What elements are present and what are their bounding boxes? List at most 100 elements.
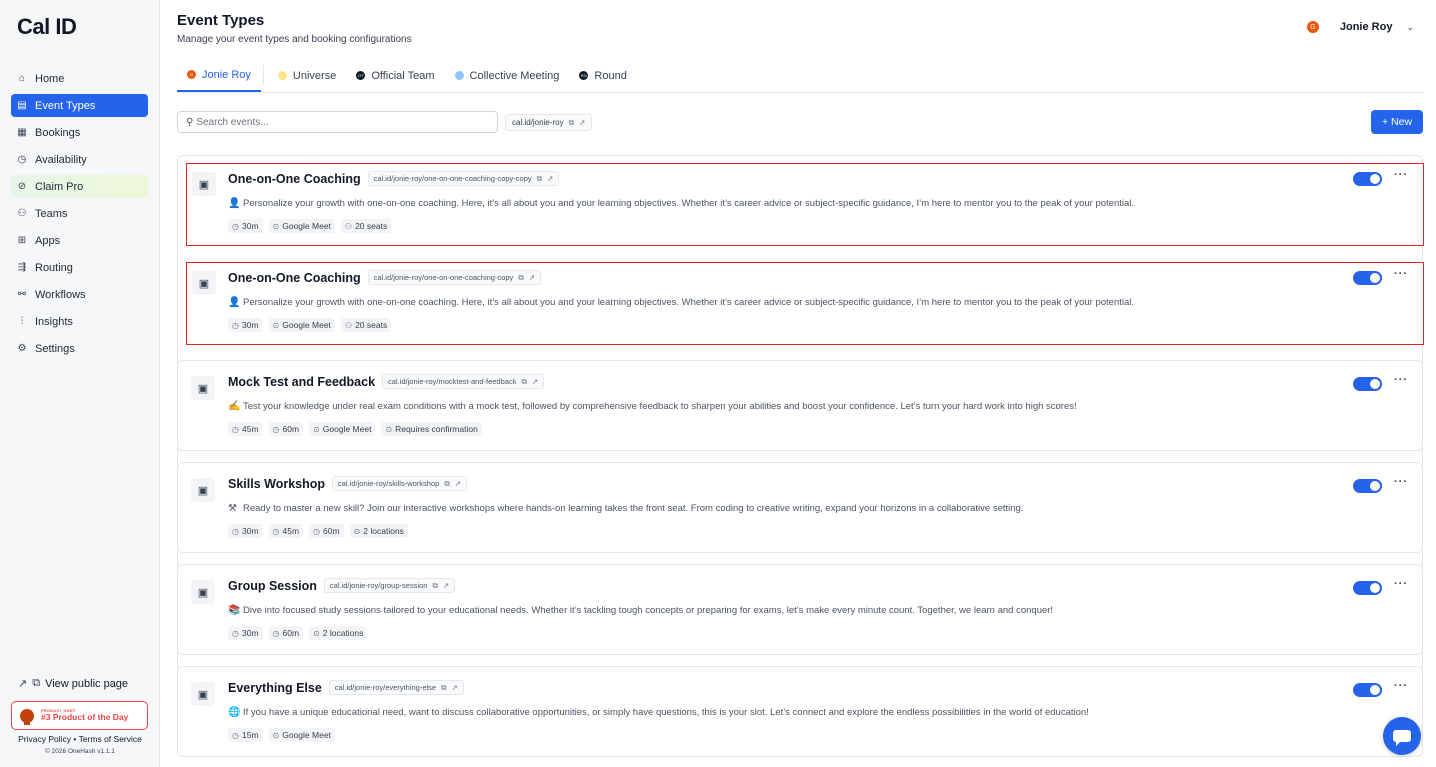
sidebar-item-label: Apps	[35, 234, 61, 247]
tag-text: 15m	[241, 730, 259, 740]
event-tag: ◷ 30m	[228, 219, 263, 233]
tab-jonie-roy[interactable]: G Jonie Roy	[177, 59, 261, 92]
more-options-icon[interactable]: ···	[1394, 476, 1408, 488]
user-menu[interactable]: G Jonie Roy ⌄	[1306, 21, 1414, 33]
view-public-page-link[interactable]: ↗ ⧉ View public page	[18, 677, 128, 690]
more-options-icon[interactable]: ···	[1394, 169, 1408, 181]
more-options-icon[interactable]: ···	[1394, 680, 1408, 692]
sidebar-item-home[interactable]: ⌂ Home	[11, 67, 148, 90]
copy-icon[interactable]: ⧉	[444, 479, 449, 489]
sidebar-item-insights[interactable]: ⫶ Insights	[11, 310, 148, 333]
external-link-icon[interactable]: ↗	[455, 479, 461, 488]
event-title[interactable]: One-on-One Coaching	[228, 172, 361, 186]
tag-icon: ⊙	[385, 424, 393, 434]
search-input[interactable]	[196, 116, 477, 128]
tag-text: Requires confirmation	[395, 424, 478, 434]
sidebar-item-routing[interactable]: ⇶ Routing	[11, 256, 148, 279]
event-card[interactable]: ▣ Mock Test and Feedback cal.id/jonie-roy/…	[177, 360, 1423, 451]
workflow-icon: ⚯	[17, 289, 27, 300]
chat-support-button[interactable]	[1383, 717, 1421, 755]
external-link-icon[interactable]: ↗	[443, 581, 449, 590]
tab-round[interactable]: RO Round	[569, 59, 636, 92]
medal-icon	[20, 708, 34, 725]
search-box[interactable]: ⚲	[177, 111, 498, 133]
tag-icon: ⊙	[313, 628, 320, 638]
event-slug-chip[interactable]: cal.id/jonie-roy/mocktest-and-feedback ⧉ ↗	[382, 374, 545, 389]
event-slug-chip[interactable]: cal.id/jonie-roy/one-on-one-coaching-cop…	[367, 171, 560, 186]
tag-text: Google Meet	[282, 730, 331, 740]
event-card[interactable]: ▣ One-on-One Coaching cal.id/jonie-roy/one…	[186, 262, 1424, 345]
more-options-icon[interactable]: ···	[1394, 268, 1408, 280]
event-header: Mock Test and Feedback cal.id/jonie-roy/m…	[228, 374, 545, 389]
tag-text: 45m	[282, 526, 300, 536]
copy-icon[interactable]: ⧉	[432, 581, 437, 591]
new-event-button[interactable]: + New	[1371, 110, 1423, 134]
tab-universe[interactable]: Universe	[268, 59, 346, 92]
view-public-page-label: View public page	[45, 677, 129, 690]
public-link-chip[interactable]: cal.id/jonie-roy ⧉ ↗	[505, 114, 593, 131]
logo[interactable]: Cal ID	[17, 14, 77, 40]
event-tag: ◷ 30m	[228, 524, 263, 538]
bar-chart-icon: ⫶	[20, 316, 24, 327]
event-slug-chip[interactable]: cal.id/jonie-roy/everything-else ⧉ ↗	[328, 680, 464, 695]
sidebar-item-label: Event Types	[35, 99, 96, 112]
sidebar-item-teams[interactable]: ⚇ Teams	[11, 202, 148, 225]
copy-icon[interactable]: ⧉	[569, 118, 574, 128]
sidebar-item-event-types[interactable]: ▤ Event Types	[11, 94, 148, 117]
event-tags: ◷ 45m ◷ 60m ⊙ Google Meet ⊙ Requires confirmati…	[228, 422, 488, 436]
copy-icon[interactable]: ⧉	[537, 174, 542, 184]
event-enabled-toggle[interactable]	[1353, 271, 1382, 285]
copy-icon[interactable]: ⧉	[521, 377, 526, 387]
external-link-icon[interactable]: ↗	[532, 377, 538, 386]
event-tag: ◷ 30m	[228, 318, 263, 332]
event-slug-chip[interactable]: cal.id/jonie-roy/one-on-one-coaching-cop…	[367, 270, 541, 285]
event-card[interactable]: ▣ Group Session cal.id/jonie-roy/group-ses…	[177, 564, 1423, 655]
sidebar-item-bookings[interactable]: ▦ Bookings	[11, 121, 148, 144]
more-options-icon[interactable]: ···	[1394, 578, 1408, 590]
event-description-text: Personalize your growth with one-on-one …	[243, 297, 1135, 308]
copy-icon[interactable]: ⧉	[518, 273, 523, 283]
more-options-icon[interactable]: ···	[1394, 374, 1408, 386]
tag-icon: ⊙	[313, 424, 320, 434]
event-title[interactable]: Group Session	[228, 579, 317, 593]
sidebar-item-apps[interactable]: ⊞ Apps	[11, 229, 148, 252]
copy-icon[interactable]: ⧉	[441, 683, 446, 693]
event-enabled-toggle[interactable]	[1353, 479, 1382, 493]
event-description-text: Ready to master a new skill? Join our in…	[243, 503, 1024, 514]
event-title[interactable]: Mock Test and Feedback	[228, 375, 375, 389]
event-enabled-toggle[interactable]	[1353, 172, 1382, 186]
tab-official-team[interactable]: OT Official Team	[346, 59, 444, 92]
tab-collective-meeting[interactable]: Collective Meeting	[445, 59, 570, 92]
event-title[interactable]: One-on-One Coaching	[228, 271, 361, 285]
sidebar-item-label: Home	[35, 72, 65, 85]
external-link-icon: ↗	[18, 678, 28, 690]
event-card[interactable]: ▣ Skills Workshop cal.id/jonie-roy/skills-…	[177, 462, 1423, 553]
event-description: 🌐 If you have a unique educational need, …	[228, 707, 1089, 718]
event-slug-chip[interactable]: cal.id/jonie-roy/skills-workshop ⧉ ↗	[332, 476, 467, 491]
event-emoji-icon: 📚	[228, 605, 241, 616]
event-card[interactable]: ▣ Everything Else cal.id/jonie-roy/everyth…	[177, 666, 1423, 757]
calendar-icon: ▣	[192, 271, 216, 295]
event-enabled-toggle[interactable]	[1353, 377, 1382, 391]
sidebar-item-settings[interactable]: ⚙ Settings	[11, 337, 148, 360]
event-tag: ◷ 60m	[268, 422, 304, 436]
event-slug-chip[interactable]: cal.id/jonie-roy/group-session ⧉ ↗	[323, 578, 456, 593]
event-slug: cal.id/jonie-roy/one-on-one-coaching-cop…	[373, 273, 514, 282]
footer-links[interactable]: Privacy Policy • Terms of Service	[0, 734, 160, 744]
external-link-icon[interactable]: ↗	[451, 683, 457, 692]
event-card[interactable]: ▣ One-on-One Coaching cal.id/jonie-roy/one…	[186, 163, 1424, 246]
external-link-icon[interactable]: ↗	[547, 174, 553, 183]
external-link-icon[interactable]: ↗	[579, 118, 585, 127]
sidebar-item-workflows[interactable]: ⚯ Workflows	[11, 283, 148, 306]
product-hunt-badge[interactable]: PRODUCT HUNT #3 Product of the Day	[11, 701, 148, 730]
sidebar-item-claim-pro[interactable]: ⊘ Claim Pro	[11, 175, 148, 198]
universe-icon	[277, 71, 287, 80]
event-description: 👤 Personalize your growth with one-on-one…	[228, 198, 1134, 209]
event-title[interactable]: Everything Else	[228, 681, 322, 695]
event-title[interactable]: Skills Workshop	[228, 477, 325, 491]
event-enabled-toggle[interactable]	[1353, 683, 1382, 697]
external-link-icon[interactable]: ↗	[529, 273, 535, 282]
tab-label: Collective Meeting	[469, 69, 560, 82]
sidebar-item-availability[interactable]: ◷ Availability	[11, 148, 148, 171]
event-enabled-toggle[interactable]	[1353, 581, 1382, 595]
